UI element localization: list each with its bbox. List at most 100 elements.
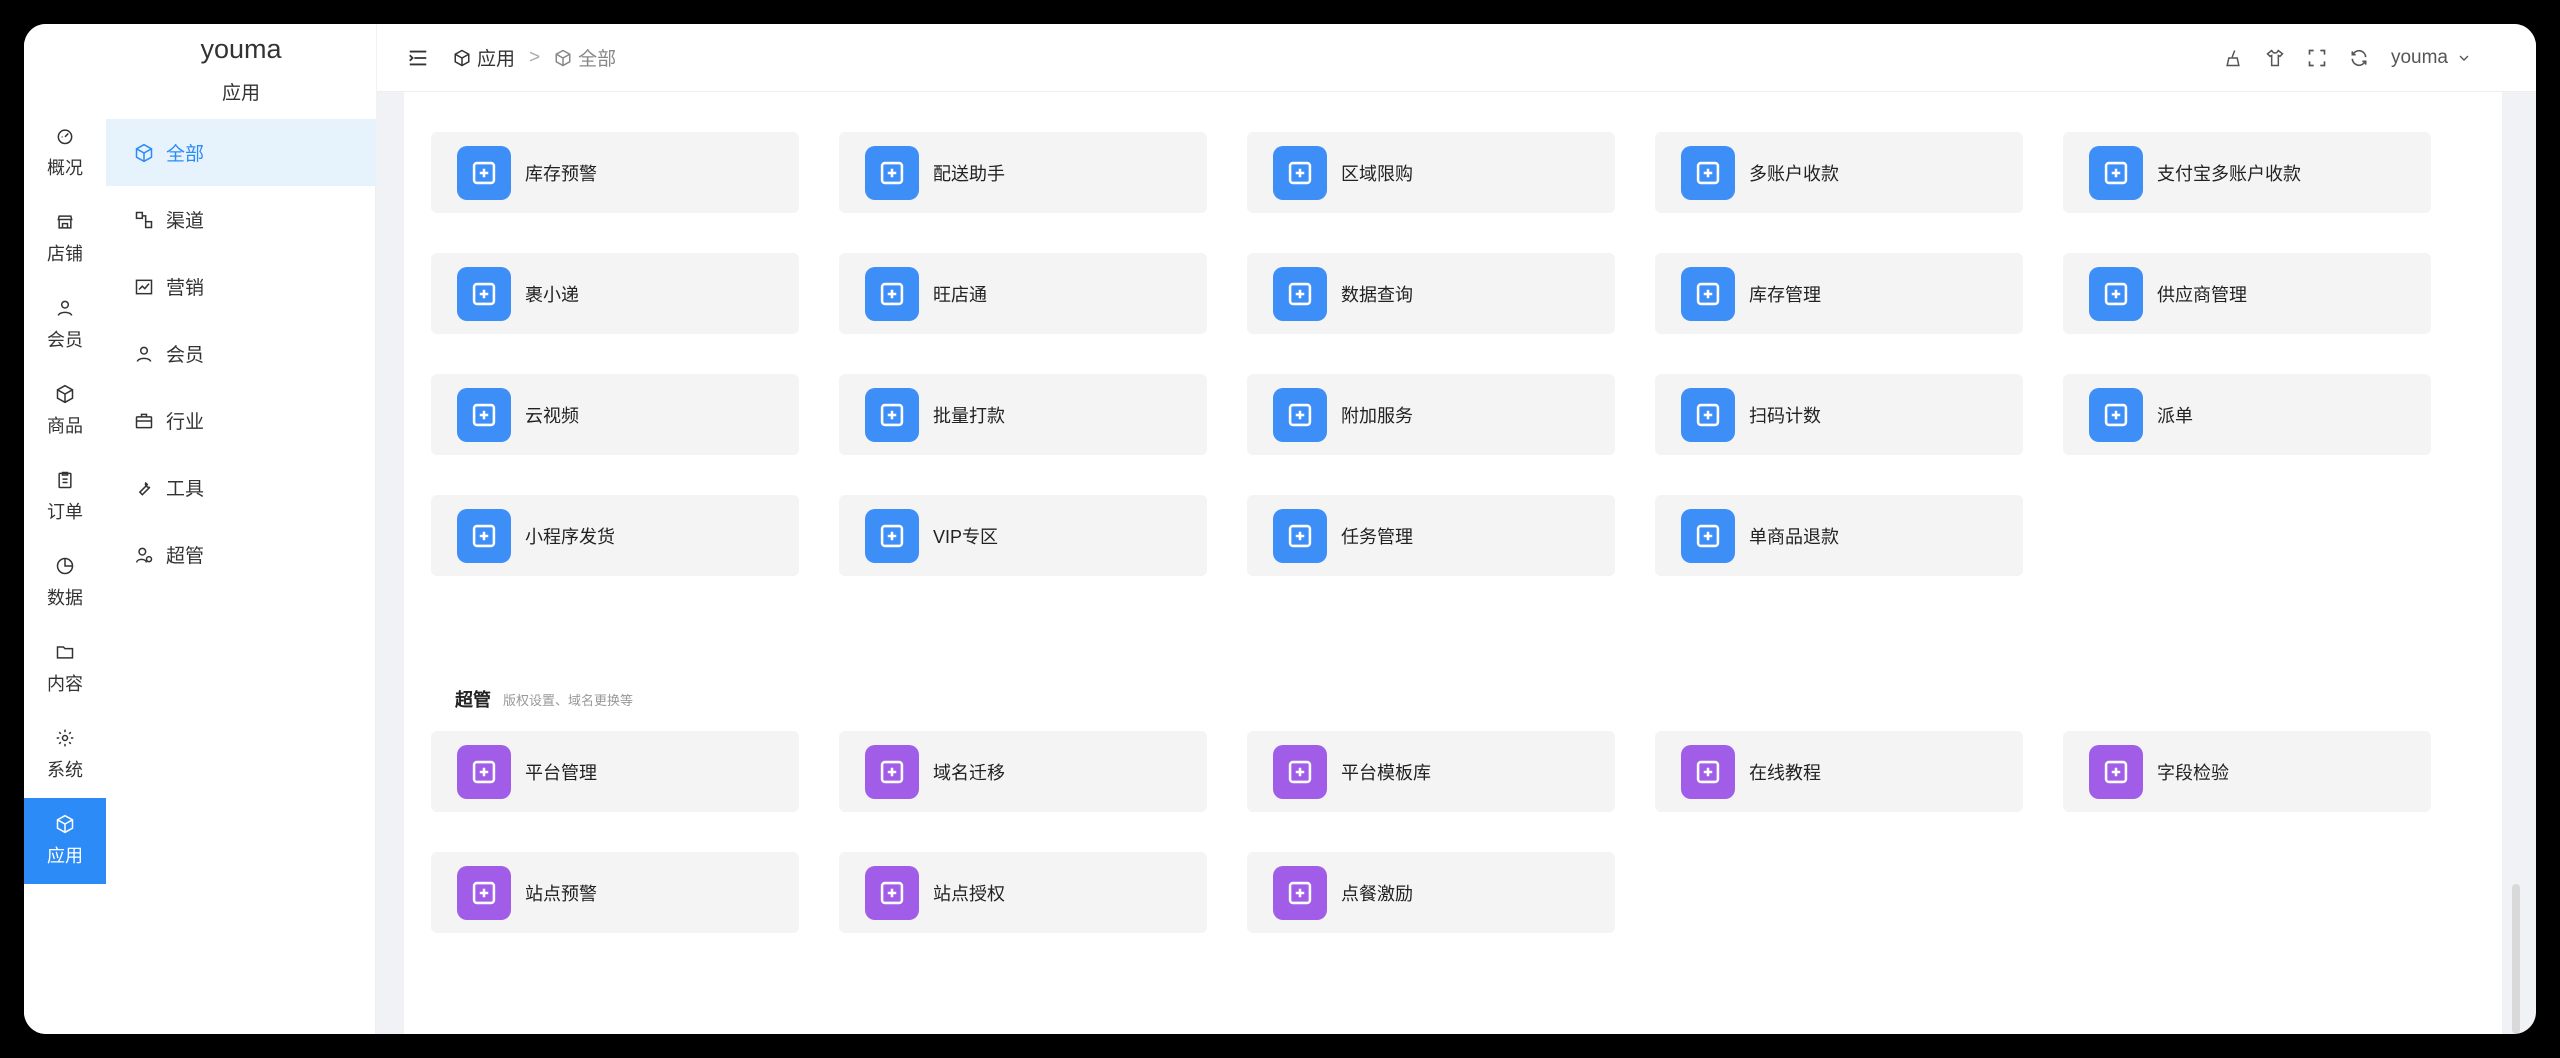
rail-item[interactable]: 商品 [24, 368, 106, 454]
sub-nav-item[interactable]: 会员 [106, 320, 376, 387]
broom-icon[interactable] [2223, 48, 2243, 68]
section-title: 超管 [455, 690, 491, 710]
app-icon [865, 865, 919, 920]
sub-nav-item[interactable]: 行业 [106, 387, 376, 454]
rail-item[interactable]: 会员 [24, 282, 106, 368]
app-icon [2089, 387, 2143, 442]
app-card[interactable]: 平台模板库 [1247, 731, 1615, 812]
menu-toggle-icon[interactable] [407, 47, 429, 69]
app-icon [865, 266, 919, 321]
sub-nav-item[interactable]: 超管 [106, 521, 376, 588]
app-card[interactable]: 配送助手 [839, 132, 1207, 213]
rail-item[interactable]: 概况 [24, 110, 106, 196]
app-card[interactable]: 库存预警 [431, 132, 799, 213]
app-icon [2089, 266, 2143, 321]
app-icon [1681, 266, 1735, 321]
app-icon [457, 508, 511, 563]
scrollbar[interactable] [2512, 884, 2520, 1034]
app-card[interactable]: 旺店通 [839, 253, 1207, 334]
app-card-label: 字段检验 [2157, 762, 2229, 783]
app-card[interactable]: 扫码计数 [1655, 374, 2023, 455]
app-card-label: 裹小递 [525, 284, 579, 305]
username: youma [2390, 47, 2448, 68]
app-card[interactable]: 任务管理 [1247, 495, 1615, 576]
cube-icon [454, 49, 470, 66]
section-desc: 版权设置、域名更换等 [503, 693, 634, 708]
app-card-label: 旺店通 [933, 284, 987, 305]
app-card[interactable]: 批量打款 [839, 374, 1207, 455]
rail-item-label: 概况 [47, 158, 83, 178]
sub-nav-item[interactable]: 工具 [106, 454, 376, 521]
app-icon [1273, 865, 1327, 920]
top-header: 应用 > 全部 youma [377, 24, 2536, 92]
app-card-label: 平台管理 [525, 762, 597, 783]
breadcrumb-separator: > [529, 46, 541, 68]
shirt-icon[interactable] [2265, 48, 2285, 68]
rail-item[interactable]: 店铺 [24, 196, 106, 282]
sub-nav-label: 会员 [166, 345, 205, 366]
user-menu[interactable]: youma [2391, 47, 2472, 69]
sub-nav-item[interactable]: 营销 [106, 253, 376, 320]
app-icon [457, 744, 511, 799]
app-card[interactable]: 单商品退款 [1655, 495, 2023, 576]
refresh-icon[interactable] [2349, 48, 2369, 68]
clipboard-icon [58, 471, 72, 489]
fullscreen-icon[interactable] [2307, 48, 2327, 68]
app-icon [1273, 744, 1327, 799]
store-icon [57, 215, 73, 229]
app-card-label: 云视频 [525, 405, 579, 426]
app-icon [1681, 145, 1735, 200]
app-card[interactable]: 站点预警 [431, 852, 799, 933]
app-card-label: 点餐激励 [1341, 883, 1413, 904]
cube-icon [555, 49, 571, 66]
app-card-label: 扫码计数 [1749, 405, 1821, 426]
app-card[interactable]: 派单 [2063, 374, 2431, 455]
breadcrumb-root[interactable]: 应用 [477, 44, 515, 71]
app-card[interactable]: 支付宝多账户收款 [2063, 132, 2431, 213]
app-icon [1273, 145, 1327, 200]
breadcrumb: 应用 > 全部 [453, 44, 616, 71]
app-card[interactable]: 库存管理 [1655, 253, 2023, 334]
sub-nav-label: 行业 [166, 412, 205, 433]
rail-item[interactable]: 系统 [24, 712, 106, 798]
app-icon [1273, 266, 1327, 321]
sub-nav-label: 超管 [166, 546, 205, 567]
app-card-label: 支付宝多账户收款 [2157, 163, 2301, 184]
app-card-label: 单商品退款 [1749, 526, 1839, 547]
app-card[interactable]: 点餐激励 [1247, 852, 1615, 933]
sub-nav-item[interactable]: 全部 [106, 119, 376, 186]
pie-icon [56, 557, 74, 575]
app-card[interactable]: 附加服务 [1247, 374, 1615, 455]
app-card[interactable]: 小程序发货 [431, 495, 799, 576]
app-card[interactable]: 云视频 [431, 374, 799, 455]
channel-icon [135, 211, 153, 228]
rail-item-label: 应用 [47, 846, 83, 866]
app-icon [1273, 387, 1327, 442]
app-card-label: 批量打款 [933, 405, 1005, 426]
app-card[interactable]: 多账户收款 [1655, 132, 2023, 213]
rail-item[interactable]: 数据 [24, 540, 106, 626]
app-card[interactable]: 供应商管理 [2063, 253, 2431, 334]
sub-nav-label: 营销 [166, 278, 205, 299]
app-card[interactable]: 裹小递 [431, 253, 799, 334]
rail-item[interactable]: 订单 [24, 454, 106, 540]
app-card[interactable]: 区域限购 [1247, 132, 1615, 213]
app-card-label: 站点授权 [933, 883, 1005, 904]
rail-item-label: 会员 [47, 330, 83, 350]
sub-nav-item[interactable]: 渠道 [106, 186, 376, 253]
app-icon [2089, 744, 2143, 799]
app-title: youma [200, 34, 282, 64]
app-card[interactable]: 平台管理 [431, 731, 799, 812]
app-card[interactable]: VIP专区 [839, 495, 1207, 576]
app-icon [1681, 387, 1735, 442]
app-card-label: 派单 [2157, 405, 2193, 426]
rail-item[interactable]: 应用 [24, 798, 106, 884]
rail-item[interactable]: 内容 [24, 626, 106, 712]
app-card[interactable]: 数据查询 [1247, 253, 1615, 334]
sub-nav-label: 渠道 [166, 211, 205, 232]
app-card[interactable]: 域名迁移 [839, 731, 1207, 812]
app-card[interactable]: 字段检验 [2063, 731, 2431, 812]
app-card-label: 区域限购 [1341, 163, 1413, 184]
app-card[interactable]: 站点授权 [839, 852, 1207, 933]
app-card[interactable]: 在线教程 [1655, 731, 2023, 812]
